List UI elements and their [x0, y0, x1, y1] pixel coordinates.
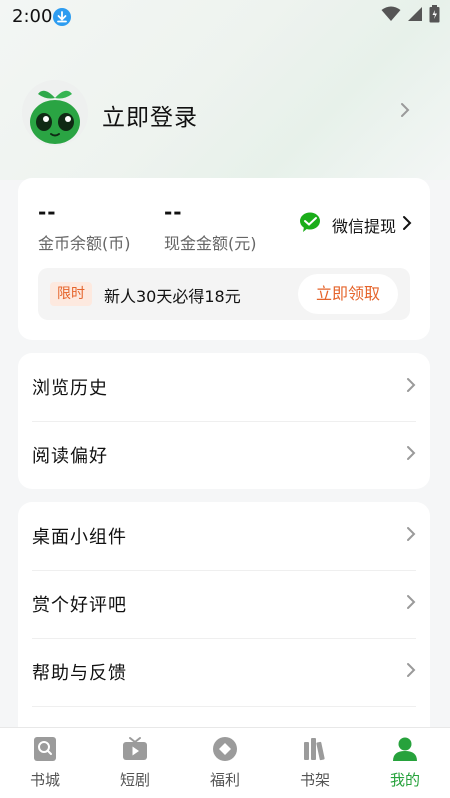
tab-label: 书架: [299, 771, 330, 789]
tab-bookshelf[interactable]: 书架: [270, 728, 360, 798]
chevron-right-icon: [400, 102, 410, 122]
coin-balance[interactable]: -- 金币余额(币): [38, 200, 131, 254]
menu-item-label: 赏个好评吧: [32, 595, 127, 616]
cash-balance[interactable]: -- 现金金额(元): [164, 200, 257, 254]
tv-icon: [122, 736, 148, 762]
claim-now-button[interactable]: 立即领取: [298, 274, 398, 314]
wallet-card: -- 金币余额(币) -- 现金金额(元) 微信提现 限时 新人30天必得18元…: [18, 178, 430, 340]
status-time: 2:00: [12, 6, 53, 27]
chevron-right-icon: [406, 662, 416, 682]
menu-group-2: 桌面小组件 赏个好评吧 帮助与反馈: [18, 502, 430, 742]
chevron-right-icon: [406, 594, 416, 614]
menu-item-reading-preference[interactable]: 阅读偏好: [18, 421, 430, 489]
person-icon: [392, 736, 418, 762]
sprout-mascot-icon: [22, 80, 88, 146]
coin-balance-value: --: [38, 200, 57, 224]
bookshelf-icon: [302, 736, 328, 762]
signal-icon: [407, 6, 423, 26]
tab-label: 我的: [389, 771, 420, 789]
new-user-promo-banner: 限时 新人30天必得18元 立即领取: [38, 268, 410, 320]
tab-bookstore[interactable]: 书城: [0, 728, 90, 798]
avatar[interactable]: [22, 80, 88, 146]
wechat-withdraw-button[interactable]: 微信提现: [299, 212, 412, 238]
tab-welfare[interactable]: 福利: [180, 728, 270, 798]
tab-label: 书城: [29, 771, 60, 789]
menu-item-rate-app[interactable]: 赏个好评吧: [18, 570, 430, 638]
menu-item-desktop-widget[interactable]: 桌面小组件: [18, 502, 430, 570]
chevron-right-icon: [402, 215, 412, 235]
cash-balance-value: --: [164, 200, 183, 224]
limited-time-badge: 限时: [50, 282, 92, 306]
tab-mine[interactable]: 我的: [360, 728, 450, 798]
login-row[interactable]: 立即登录: [22, 80, 422, 150]
menu-item-label: 浏览历史: [32, 378, 108, 399]
tab-label: 短剧: [119, 771, 150, 789]
wifi-icon: [381, 6, 401, 26]
download-icon: [53, 8, 71, 26]
divider: [32, 706, 416, 707]
status-bar: 2:00: [0, 0, 450, 34]
bottom-tab-bar: 书城 短剧 福利 书架 我的: [0, 727, 450, 798]
cash-balance-label: 现金金额(元): [164, 234, 257, 253]
menu-item-label: 帮助与反馈: [32, 663, 127, 684]
menu-item-help-feedback[interactable]: 帮助与反馈: [18, 638, 430, 706]
promo-text: 新人30天必得18元: [104, 287, 241, 306]
chevron-right-icon: [406, 377, 416, 397]
search-book-icon: [32, 736, 58, 762]
coin-diamond-icon: [212, 736, 238, 762]
menu-group-1: 浏览历史 阅读偏好: [18, 353, 430, 489]
chevron-right-icon: [406, 445, 416, 465]
menu-item-label: 桌面小组件: [32, 527, 127, 548]
battery-icon: [429, 5, 440, 27]
wechat-icon: [299, 212, 326, 238]
menu-item-label: 阅读偏好: [32, 446, 108, 467]
login-label[interactable]: 立即登录: [102, 98, 198, 132]
tab-label: 福利: [209, 771, 240, 789]
tab-short-drama[interactable]: 短剧: [90, 728, 180, 798]
chevron-right-icon: [406, 526, 416, 546]
coin-balance-label: 金币余额(币): [38, 234, 131, 253]
menu-item-browse-history[interactable]: 浏览历史: [18, 353, 430, 421]
wechat-withdraw-label: 微信提现: [331, 217, 396, 236]
